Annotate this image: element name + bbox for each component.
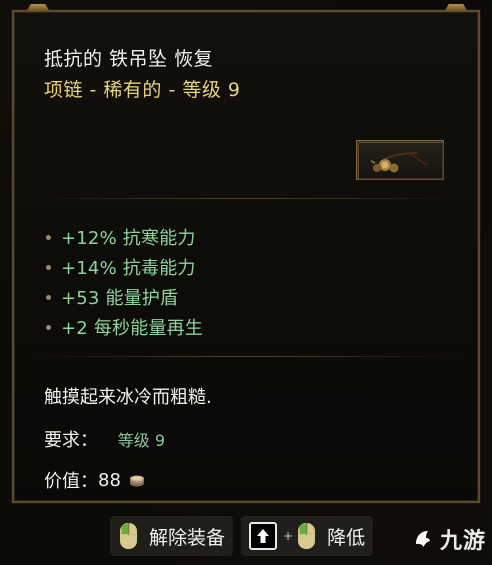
plus-sign: + — [283, 529, 294, 543]
item-title: 抵抗的 铁吊坠 恢复 — [44, 48, 214, 70]
bullet-icon — [46, 324, 51, 330]
item-subtitle: 项链 - 稀有的 - 等级 9 — [44, 79, 241, 101]
ornament-piece — [444, 4, 468, 12]
unequip-action[interactable]: 解除装备 — [110, 516, 234, 556]
logo-icon — [412, 528, 434, 550]
unequip-label: 解除装备 — [149, 526, 226, 549]
stat-text: +53 能量护盾 — [61, 288, 179, 309]
site-watermark: 九游 — [412, 523, 486, 555]
stat-line: +2 每秒能量再生 — [46, 312, 426, 342]
tooltip-ornament — [14, 4, 478, 12]
stat-line: +14% 抗毒能力 — [46, 252, 426, 282]
arrow-up-icon — [249, 522, 278, 550]
bullet-icon — [46, 294, 51, 300]
bullet-icon — [46, 264, 51, 270]
value-amount: 88 — [98, 469, 121, 491]
requirement-value: 等级 9 — [117, 431, 166, 450]
tooltip-divider — [32, 356, 460, 357]
value-label: 价值： — [44, 471, 98, 492]
downgrade-action[interactable]: + 降低 — [241, 516, 374, 556]
stat-line: +53 能量护盾 — [46, 282, 426, 312]
necklace-icon — [358, 142, 444, 180]
item-requirement: 要求： 等级 9 — [44, 426, 165, 452]
mouse-icon — [118, 521, 139, 551]
stat-line: +12% 抗寒能力 — [46, 222, 426, 252]
game-tooltip-screen: 抵抗的 铁吊坠 恢复 项链 - 稀有的 - 等级 9 +12% 抗寒能力 +14… — [0, 0, 492, 565]
item-value: 价值： 88 — [44, 467, 147, 493]
item-description: 触摸起来冰冷而粗糙. — [44, 387, 212, 408]
requirement-label: 要求： — [44, 430, 98, 451]
ornament-piece — [26, 4, 50, 12]
watermark-text: 九游 — [439, 529, 486, 554]
mouse-icon — [296, 521, 317, 551]
item-tooltip: 抵抗的 铁吊坠 恢复 项链 - 稀有的 - 等级 9 +12% 抗寒能力 +14… — [11, 4, 481, 504]
tooltip-divider — [32, 198, 460, 199]
coin-stack-icon — [127, 471, 147, 489]
item-preview — [356, 140, 444, 180]
stat-text: +14% 抗毒能力 — [61, 258, 196, 279]
downgrade-label: 降低 — [327, 526, 366, 549]
bullet-icon — [46, 234, 51, 240]
stat-text: +2 每秒能量再生 — [61, 318, 204, 339]
stat-text: +12% 抗寒能力 — [61, 228, 196, 249]
item-stats: +12% 抗寒能力 +14% 抗毒能力 +53 能量护盾 +2 每秒能量再生 — [46, 222, 426, 342]
